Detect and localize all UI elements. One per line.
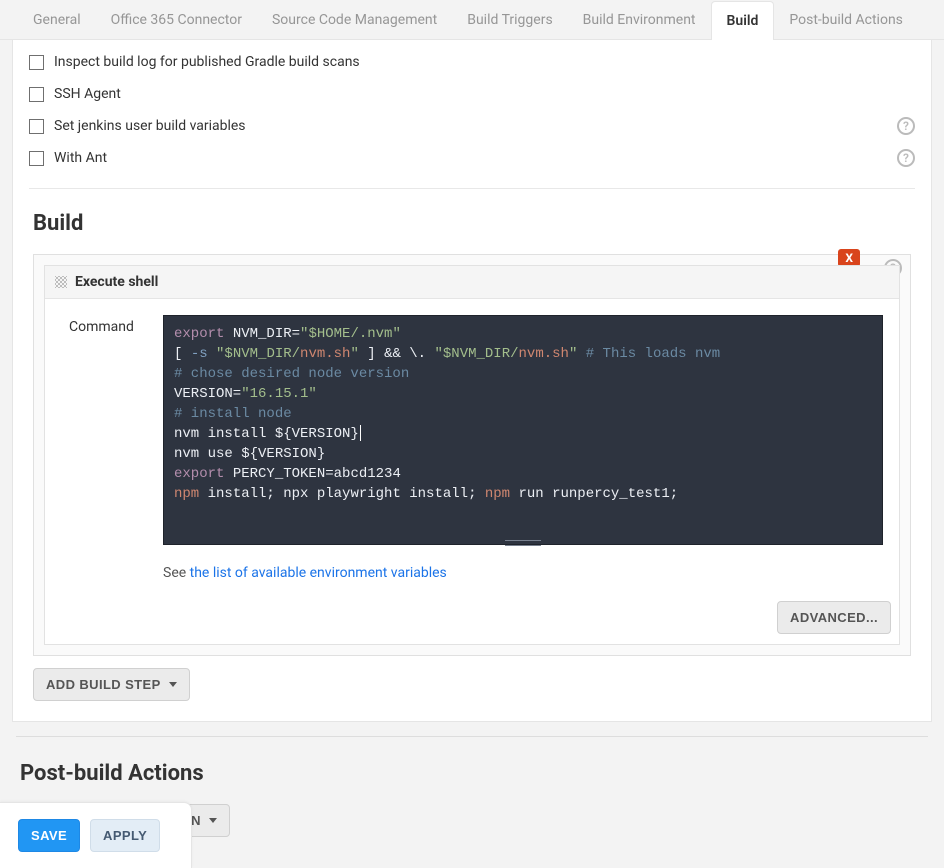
checkbox-set-jenkins-user-vars[interactable] xyxy=(29,119,44,134)
env-option-label: Set jenkins user build variables xyxy=(54,118,246,134)
chevron-down-icon xyxy=(209,818,217,823)
env-option-row: SSH Agent xyxy=(29,78,915,110)
tab-post-build-actions[interactable]: Post-build Actions xyxy=(774,0,918,39)
add-build-step-label: ADD BUILD STEP xyxy=(46,677,161,692)
checkbox-ssh-agent[interactable] xyxy=(29,87,44,102)
build-section-title: Build xyxy=(29,197,915,254)
tab-build-environment[interactable]: Build Environment xyxy=(568,0,711,39)
resize-handle[interactable] xyxy=(505,540,541,546)
checkbox-gradle-scans[interactable] xyxy=(29,55,44,70)
env-vars-hint: See the list of available environment va… xyxy=(45,553,899,601)
command-editor[interactable]: export NVM_DIR="$HOME/.nvm" [ -s "$NVM_D… xyxy=(163,315,883,545)
env-vars-link[interactable]: the list of available environment variab… xyxy=(190,565,447,581)
tab-scm[interactable]: Source Code Management xyxy=(257,0,452,39)
build-step-execute-shell: Execute shell Command export NVM_DIR="$H… xyxy=(44,265,900,645)
step-title: Execute shell xyxy=(75,274,158,290)
add-build-step-button[interactable]: ADD BUILD STEP xyxy=(33,668,190,701)
command-label: Command xyxy=(69,315,145,335)
env-option-label: With Ant xyxy=(54,150,107,166)
apply-button[interactable]: APPLY xyxy=(90,819,160,852)
post-build-title: Post-build Actions xyxy=(16,747,928,804)
env-option-label: SSH Agent xyxy=(54,86,121,102)
save-button[interactable]: SAVE xyxy=(18,819,80,852)
tab-office365-connector[interactable]: Office 365 Connector xyxy=(96,0,257,39)
tab-build[interactable]: Build xyxy=(711,1,775,40)
chevron-down-icon xyxy=(169,682,177,687)
help-icon[interactable]: ? xyxy=(897,117,915,135)
tab-build-triggers[interactable]: Build Triggers xyxy=(452,0,567,39)
tab-general[interactable]: General xyxy=(18,0,96,39)
step-header: Execute shell xyxy=(45,266,899,299)
footer-actions: SAVE APPLY xyxy=(0,802,192,868)
build-steps-container: X ? Execute shell Command export NVM_DIR… xyxy=(33,254,911,656)
checkbox-with-ant[interactable] xyxy=(29,151,44,166)
env-option-row: With Ant ? xyxy=(29,142,915,174)
command-row: Command export NVM_DIR="$HOME/.nvm" [ -s… xyxy=(45,299,899,553)
env-option-row: Inspect build log for published Gradle b… xyxy=(29,46,915,78)
env-option-label: Inspect build log for published Gradle b… xyxy=(54,54,360,70)
config-tabs: General Office 365 Connector Source Code… xyxy=(0,0,944,40)
advanced-button[interactable]: ADVANCED... xyxy=(777,601,891,634)
section-divider xyxy=(29,188,915,189)
help-icon[interactable]: ? xyxy=(897,149,915,167)
build-environment-section: Inspect build log for published Gradle b… xyxy=(12,40,932,722)
env-option-row: Set jenkins user build variables ? xyxy=(29,110,915,142)
drag-handle-icon[interactable] xyxy=(55,276,67,288)
